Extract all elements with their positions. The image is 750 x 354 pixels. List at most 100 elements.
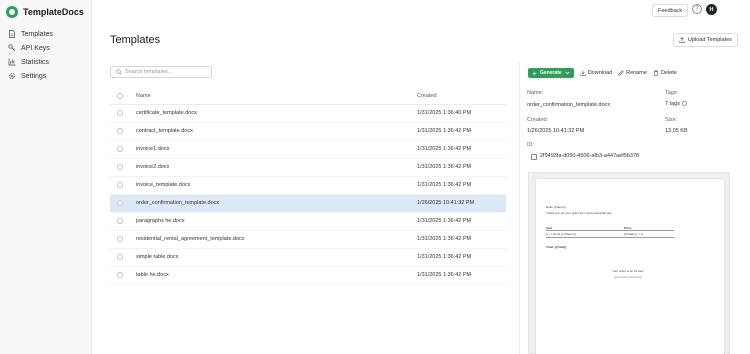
pencil-icon [618, 70, 624, 76]
detail-toolbar: Generate Download Rename Delete [528, 68, 677, 78]
table-header: Name Created [110, 89, 506, 105]
row-name: invoice1.docx [136, 146, 170, 152]
created-value: 1/26/2025 10:41:32 PM [527, 128, 585, 134]
feedback-button[interactable]: Feedback [652, 4, 689, 17]
column-header-created[interactable]: Created [417, 93, 437, 99]
row-created: 1/31/2025 1:36:42 PM [417, 182, 472, 188]
row-name: simple table.docx [136, 254, 179, 260]
id-value: 2f9493fa-d050-4506-afb3-a447aef5b378 [540, 153, 640, 159]
row-name: table he.docx [136, 272, 169, 278]
row-checkbox[interactable] [117, 272, 123, 278]
generate-button[interactable]: Generate [528, 68, 574, 78]
row-checkbox[interactable] [117, 110, 123, 116]
row-name: contract_template.docx [136, 128, 193, 134]
row-created: 1/31/2025 1:36:42 PM [417, 218, 472, 224]
sidebar-item-statistics[interactable]: Statistics [8, 55, 53, 69]
avatar[interactable]: H [706, 4, 717, 15]
delete-label: Delete [660, 70, 677, 76]
search-icon [116, 69, 122, 75]
row-checkbox[interactable] [117, 128, 123, 134]
preview-page: Hello {{Name}}, Thank you for your order… [536, 179, 724, 354]
chevron-down-icon[interactable] [565, 71, 570, 75]
row-name: invoice2.docx [136, 164, 170, 170]
sidebar-item-label: API Keys [21, 44, 50, 52]
download-icon [579, 70, 586, 76]
row-created: 1/31/2025 1:36:42 PM [417, 128, 472, 134]
table-row[interactable]: invoice1.docx 1/31/2025 1:36:42 PM [110, 141, 506, 159]
templatedocs-logo-icon [6, 6, 18, 18]
preview-table-line [546, 237, 674, 238]
row-checkbox[interactable] [117, 254, 123, 260]
download-button[interactable]: Download [579, 70, 613, 76]
sidebar: TemplateDocs Templates API Keys Statisti… [0, 0, 92, 354]
rename-button[interactable]: Rename [618, 70, 647, 76]
table-row[interactable]: simple table.docx 1/31/2025 1:36:42 PM [110, 249, 506, 267]
templates-table: Name Created certificate_template.docx 1… [110, 89, 506, 285]
name-value: order_confirmation_template.docx [527, 102, 611, 108]
row-checkbox[interactable] [117, 200, 123, 206]
tags-value[interactable]: 7 tags [665, 101, 687, 107]
generate-label: Generate [540, 70, 562, 76]
help-icon[interactable]: ? [692, 4, 702, 14]
row-created: 1/26/2025 10:41:32 PM [417, 200, 475, 206]
search-input[interactable] [125, 69, 205, 75]
row-created: 1/31/2025 1:36:42 PM [417, 164, 472, 170]
sidebar-item-api-keys[interactable]: API Keys [8, 41, 53, 55]
sparkle-icon [532, 70, 537, 76]
table-row[interactable]: residential_rental_agreement_template.do… [110, 231, 506, 249]
row-checkbox[interactable] [117, 236, 123, 242]
table-row[interactable]: table he.docx 1/31/2025 1:36:42 PM [110, 267, 506, 285]
table-row-selected[interactable]: order_confirmation_template.docx 1/26/20… [110, 195, 506, 213]
search-box [110, 66, 212, 78]
sidebar-item-label: Statistics [21, 58, 50, 66]
row-name: invoice_template.docx [136, 182, 191, 188]
id-label: ID: [527, 142, 535, 148]
row-created: 1/31/2025 1:36:42 PM [417, 236, 472, 242]
table-row[interactable]: invoice2.docx 1/31/2025 1:36:42 PM [110, 159, 506, 177]
preview-shipping: Your order is on its way! [612, 269, 644, 273]
table-row[interactable]: invoice_template.docx 1/31/2025 1:36:42 … [110, 177, 506, 195]
table-row[interactable]: paragraphs he.docx 1/31/2025 1:36:42 PM [110, 213, 506, 231]
page-title: Templates [110, 34, 161, 46]
preview-row-price: {{Total}} {{ / i }} [624, 232, 644, 236]
row-name: residential_rental_agreement_template.do… [136, 236, 245, 242]
rename-label: Rename [626, 70, 647, 76]
row-name: order_confirmation_template.docx [136, 200, 220, 206]
sidebar-item-settings[interactable]: Settings [8, 69, 53, 83]
row-name: paragraphs he.docx [136, 218, 185, 224]
preview-greeting: Hello {{Name}}, [546, 205, 567, 209]
info-icon[interactable] [681, 101, 687, 107]
row-name: certificate_template.docx [136, 110, 197, 116]
upload-templates-button[interactable]: Upload Templates [673, 33, 738, 47]
table-row[interactable]: certificate_template.docx 1/31/2025 1:36… [110, 105, 506, 123]
preview-intro: Thank you for your order from {{CompanyN… [546, 211, 613, 215]
row-created: 1/31/2025 1:36:42 PM [417, 272, 472, 278]
tags-count: 7 tags [665, 101, 680, 107]
preview-table-line [546, 230, 674, 231]
brand[interactable]: TemplateDocs [6, 6, 84, 18]
upload-icon [679, 37, 685, 43]
name-label: Name: [527, 90, 544, 96]
download-label: Download [587, 70, 613, 76]
size-value: 13.05 KB [665, 128, 688, 134]
trash-icon [653, 70, 659, 76]
document-preview: Hello {{Name}}, Thank you for your order… [528, 172, 730, 354]
sidebar-item-label: Settings [21, 72, 47, 80]
document-icon [9, 30, 15, 38]
delete-button[interactable]: Delete [653, 70, 677, 76]
table-row[interactable]: contract_template.docx 1/31/2025 1:36:42… [110, 123, 506, 141]
row-checkbox[interactable] [117, 182, 123, 188]
row-checkbox[interactable] [117, 218, 123, 224]
select-all-checkbox[interactable] [117, 93, 123, 99]
gear-icon [9, 73, 15, 79]
preview-row-item: {{ i = items }} {{Name}} [546, 232, 576, 236]
tags-label: Tags: [665, 90, 679, 96]
copy-icon[interactable] [531, 154, 537, 160]
chart-icon [8, 58, 16, 66]
sidebar-item-label: Templates [21, 30, 53, 38]
column-header-name[interactable]: Name [136, 93, 151, 99]
row-checkbox[interactable] [117, 146, 123, 152]
row-checkbox[interactable] [117, 164, 123, 170]
row-created: 1/31/2025 1:36:40 PM [417, 110, 472, 116]
sidebar-item-templates[interactable]: Templates [8, 27, 53, 41]
